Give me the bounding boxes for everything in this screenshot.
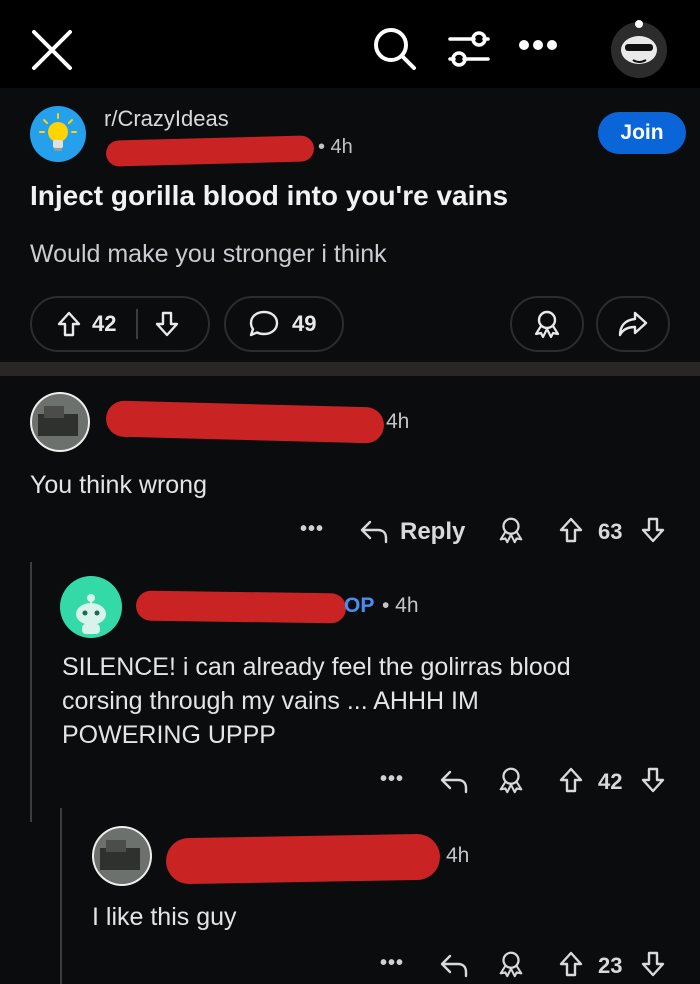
upvote-icon[interactable] — [558, 950, 584, 978]
top-bar — [0, 0, 700, 88]
comment-time: • 4h — [382, 594, 419, 617]
upvote-icon[interactable] — [558, 516, 584, 544]
comment-icon — [248, 309, 280, 339]
redacted-username — [135, 590, 347, 624]
close-icon[interactable] — [30, 28, 74, 72]
subreddit-icon[interactable] — [30, 106, 86, 162]
redacted-username — [165, 833, 441, 885]
join-button[interactable]: Join — [598, 112, 686, 154]
award-icon[interactable] — [496, 514, 526, 546]
award-icon[interactable] — [496, 764, 526, 796]
comment-text: You think wrong — [30, 471, 207, 499]
redacted-username — [105, 135, 315, 167]
upvote-icon[interactable] — [558, 766, 584, 794]
section-divider — [0, 362, 700, 376]
comment-more-icon[interactable]: ••• — [380, 952, 404, 975]
comment-time: 4h — [446, 844, 470, 867]
more-icon[interactable] — [514, 30, 562, 60]
downvote-icon[interactable] — [640, 950, 666, 978]
downvote-icon[interactable] — [640, 766, 666, 794]
award-button[interactable] — [510, 296, 584, 352]
reply-icon[interactable] — [358, 516, 390, 546]
profile-avatar[interactable] — [606, 14, 672, 80]
search-icon[interactable] — [372, 26, 418, 72]
subreddit-name[interactable]: r/CrazyIdeas — [104, 106, 229, 132]
share-icon — [617, 309, 649, 339]
downvote-icon[interactable] — [640, 516, 666, 544]
reply-icon[interactable] — [438, 766, 470, 796]
comment-avatar[interactable] — [60, 576, 122, 638]
vote-divider — [136, 309, 139, 339]
upvote-icon[interactable] — [56, 310, 82, 338]
share-button[interactable] — [596, 296, 670, 352]
post-time: • 4h — [318, 136, 353, 158]
comments-button[interactable]: 49 — [224, 296, 344, 352]
redacted-username — [105, 400, 385, 444]
filter-icon[interactable] — [446, 26, 492, 72]
comment-vote-count: 23 — [598, 953, 623, 978]
comment-more-icon[interactable]: ••• — [300, 518, 324, 541]
post-body: Would make you stronger i think — [30, 240, 387, 268]
comment-text-line: SILENCE! i can already feel the golirras… — [62, 653, 571, 681]
post-title[interactable]: Inject gorilla blood into you're vains — [30, 180, 508, 212]
comment-text-line: corsing through my vains ... AHHH IM — [62, 687, 479, 715]
comment-vote-count: 42 — [598, 769, 623, 794]
award-icon[interactable] — [496, 948, 526, 980]
comment-count: 49 — [292, 311, 317, 336]
award-icon — [531, 308, 563, 340]
op-badge: OP — [344, 594, 375, 617]
thread-line[interactable] — [30, 562, 32, 822]
comment-text-line: POWERING UPPP — [62, 721, 276, 749]
comment-avatar[interactable] — [92, 826, 152, 886]
comment-time: 4h — [386, 410, 410, 433]
comment-avatar[interactable] — [30, 392, 90, 452]
reply-button[interactable]: Reply — [400, 518, 465, 546]
comment-vote-count: 63 — [598, 519, 623, 544]
thread-line[interactable] — [60, 808, 62, 984]
comment-text: I like this guy — [92, 903, 237, 931]
downvote-icon[interactable] — [154, 310, 180, 338]
post-upvote-count: 42 — [92, 311, 117, 336]
post-vote-bar: 42 — [30, 296, 210, 352]
reply-icon[interactable] — [438, 950, 470, 980]
comment-more-icon[interactable]: ••• — [380, 768, 404, 791]
